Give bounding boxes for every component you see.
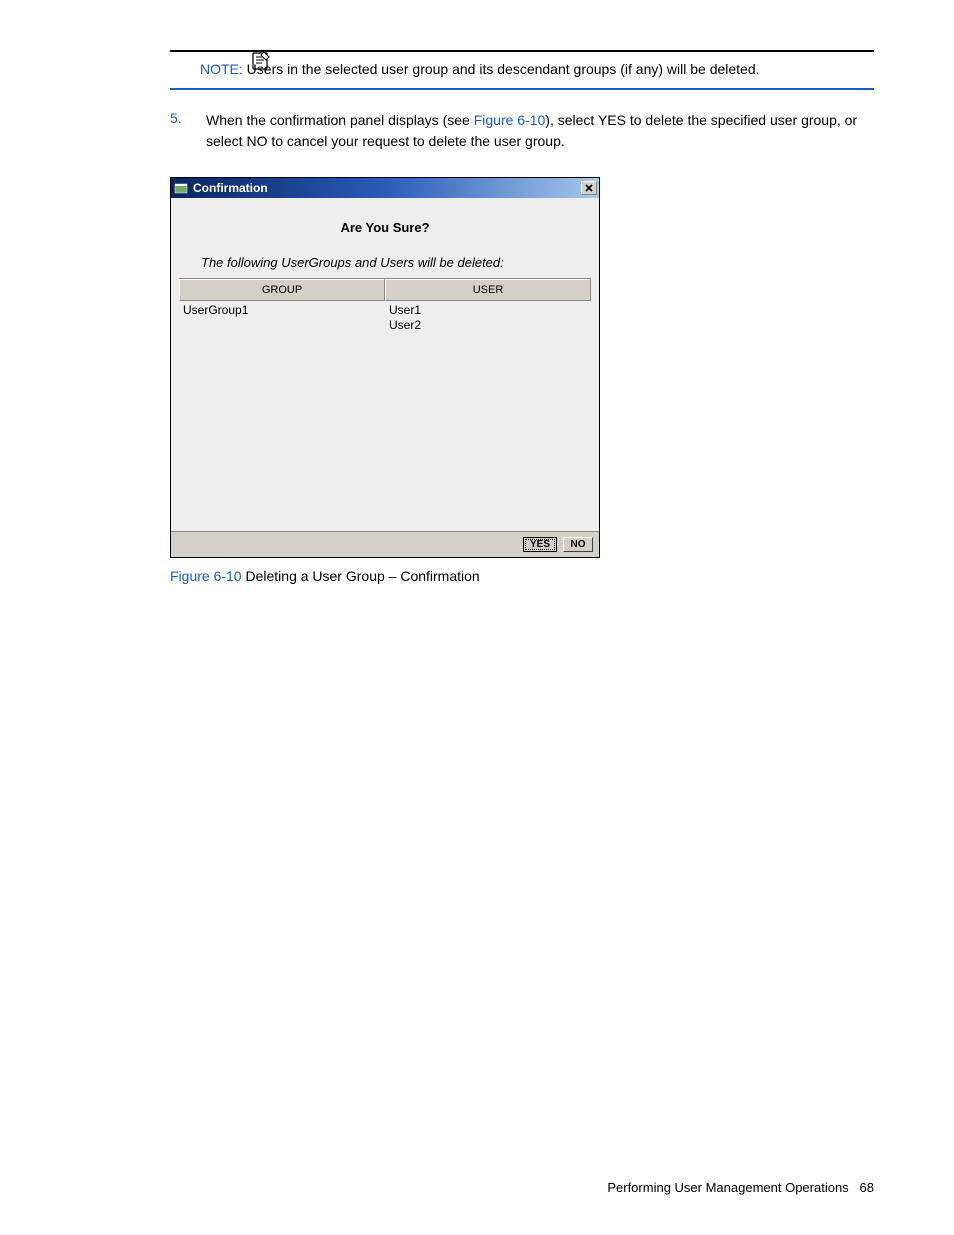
note-label: NOTE: (200, 61, 243, 77)
footer-page-number: 68 (860, 1180, 874, 1195)
column-header-user: USER (385, 279, 591, 301)
step-number: 5. (170, 110, 186, 152)
user-column: User1 User2 (385, 301, 591, 531)
no-button[interactable]: NO (563, 537, 593, 552)
dialog-titlebar: Confirmation (171, 178, 599, 198)
table-header: GROUP USER (179, 279, 591, 301)
table-row: User2 (389, 318, 587, 334)
app-icon (173, 180, 189, 196)
page-footer: Performing User Management Operations 68 (607, 1180, 874, 1195)
figure-caption-text: Deleting a User Group – Confirmation (242, 568, 480, 584)
confirmation-dialog-figure: Confirmation Are You Sure? The following… (170, 177, 874, 558)
dialog-title: Confirmation (193, 181, 581, 195)
figure-caption-link[interactable]: Figure 6-10 (170, 568, 242, 584)
dialog-body: Are You Sure? The following UserGroups a… (171, 198, 599, 557)
figure-link-inline[interactable]: Figure 6-10 (474, 112, 546, 128)
column-header-group: GROUP (179, 279, 385, 301)
group-column: UserGroup1 (179, 301, 385, 531)
note-box: NOTE: Users in the selected user group a… (170, 50, 874, 90)
dialog-footer: YES NO (171, 531, 599, 557)
footer-section: Performing User Management Operations (607, 1180, 848, 1195)
step-text: When the confirmation panel displays (se… (206, 110, 874, 152)
yes-button[interactable]: YES (523, 537, 557, 552)
table-row: User1 (389, 303, 587, 319)
table-body: UserGroup1 User1 User2 (179, 301, 591, 531)
figure-caption: Figure 6-10 Deleting a User Group – Conf… (170, 568, 874, 584)
step-5: 5. When the confirmation panel displays … (170, 110, 874, 152)
dialog-table: GROUP USER (179, 278, 591, 301)
document-page: NOTE: Users in the selected user group a… (0, 0, 954, 1235)
dialog-subtext: The following UserGroups and Users will … (171, 245, 599, 278)
close-button[interactable] (581, 181, 597, 195)
confirmation-dialog: Confirmation Are You Sure? The following… (170, 177, 600, 558)
dialog-heading: Are You Sure? (171, 198, 599, 245)
table-row: UserGroup1 (183, 303, 381, 319)
note-icon (250, 50, 272, 75)
note-text: Users in the selected user group and its… (247, 61, 760, 77)
